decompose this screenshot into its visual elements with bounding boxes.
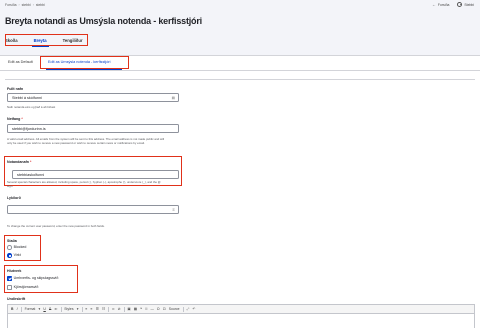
styles-dropdown[interactable]: Styles	[64, 307, 73, 311]
toolbar-divider	[123, 306, 125, 312]
status-active-option[interactable]: Virkt	[7, 253, 21, 258]
password-help: To change the current user password, ent…	[7, 224, 105, 228]
email-value: stebbi@fjordurinn.is	[12, 127, 46, 132]
image-icon[interactable]: ▣	[127, 307, 130, 311]
page-title: Breyta notandi as Umsýsla notenda - kerf…	[5, 16, 202, 26]
link-icon[interactable]: ∞	[112, 307, 114, 311]
active-subtab-indicator	[46, 69, 122, 70]
undo-icon[interactable]: ↶	[192, 307, 195, 311]
radio-blocked[interactable]	[7, 245, 12, 250]
source-button[interactable]: Source	[169, 307, 180, 311]
contact-card-icon: ▤	[171, 96, 175, 100]
username-help: Several special characters are allowed, …	[7, 180, 161, 188]
status-label: Staða	[7, 239, 17, 243]
italic-button[interactable]: I	[17, 307, 18, 311]
checkbox-elections[interactable]	[7, 285, 12, 290]
key-icon: ⚿	[172, 208, 175, 212]
radio-active-label: Virkt	[13, 253, 21, 258]
checkbox-planning-label: Umhverfis- og skipulagssvið	[13, 276, 59, 281]
underline-button[interactable]: U	[43, 307, 45, 311]
signature-editor[interactable]: B I Format ▾ U S x² Styles ▾ ≡ ≡ ☰ ☷ ∞ ⊘…	[7, 304, 475, 328]
breadcrumb: Forsíða › stebbi › stebbi	[5, 3, 45, 7]
special-char-icon[interactable]: Ω	[157, 307, 160, 311]
maximize-icon[interactable]: ⤢	[187, 307, 190, 311]
toolbar-divider	[20, 306, 22, 312]
secondary-tabs: Edit as Default Edit as Umsýsla notenda …	[0, 55, 480, 71]
code-block-icon[interactable]: ⌸	[145, 307, 147, 311]
tab-edit[interactable]: Breyta	[31, 38, 49, 47]
radio-blocked-label: Blocked	[13, 245, 27, 250]
blockquote-icon[interactable]: ❝	[140, 307, 142, 311]
full-name-value: Stebbi á skólfunni	[12, 96, 42, 101]
status-blocked-option[interactable]: Blocked	[7, 245, 26, 250]
password-field[interactable]: ⚿	[7, 205, 179, 214]
table-icon[interactable]: ▦	[134, 307, 137, 311]
username-label: Notandanafn*	[7, 160, 31, 164]
full-name-field[interactable]: Stebbi á skólfunni ▤	[7, 93, 179, 102]
role-option-planning[interactable]: Umhverfis- og skipulagssvið	[7, 276, 58, 281]
roles-label: Hlutverk	[7, 269, 22, 273]
breadcrumb-separator: ›	[18, 3, 20, 7]
email-label: Netfang*	[7, 117, 23, 121]
unlink-icon[interactable]: ⊘	[118, 307, 121, 311]
signature-label: Undirskrift	[7, 297, 26, 301]
format-dropdown[interactable]: Format	[25, 307, 36, 311]
username-value: stebbiaskolfunni	[17, 173, 45, 178]
bold-button[interactable]: B	[11, 307, 13, 311]
divider	[5, 79, 475, 80]
password-label: Lykilorð	[7, 196, 21, 200]
strikethrough-button[interactable]: S	[49, 307, 51, 311]
editor-toolbar: B I Format ▾ U S x² Styles ▾ ≡ ≡ ☰ ☷ ∞ ⊘…	[8, 305, 474, 314]
username-label-text: Notandanafn	[7, 160, 29, 164]
tab-view[interactable]: Skoða	[5, 38, 18, 46]
top-right-links: ← Forsíða Stebbi	[432, 2, 474, 7]
align-center-icon[interactable]: ≡	[91, 307, 93, 311]
source-icon: ⊡	[162, 307, 166, 311]
toolbar-divider	[81, 306, 83, 312]
subtab-edit-admin[interactable]: Edit as Umsýsla notenda - kerfisstjóri	[48, 60, 110, 64]
required-marker: *	[21, 117, 23, 121]
top-bar	[0, 0, 480, 10]
role-option-elections[interactable]: Kjörstjórnarsvið	[7, 285, 38, 290]
horizontal-line-icon[interactable]: ―	[150, 307, 153, 311]
email-help: A valid email address. All emails from t…	[7, 137, 165, 145]
email-label-text: Netfang	[7, 117, 21, 121]
toolbar-divider	[60, 306, 62, 312]
primary-tabs: Skoða Breyta Tengiliður	[5, 38, 83, 47]
required-marker: *	[29, 160, 32, 164]
numbered-list-icon[interactable]: ☷	[102, 307, 105, 311]
email-field[interactable]: stebbi@fjordurinn.is	[7, 124, 179, 133]
radio-active[interactable]	[7, 253, 12, 258]
toolbar-divider	[182, 306, 184, 312]
breadcrumb-user[interactable]: stebbi	[22, 3, 31, 7]
username-field[interactable]: stebbiaskolfunni	[12, 170, 179, 179]
user-menu-link[interactable]: Stebbi	[464, 3, 474, 7]
back-link[interactable]: Forsíða	[438, 3, 450, 7]
tab-contact[interactable]: Tengiliður	[63, 38, 83, 46]
user-icon	[457, 2, 463, 7]
breadcrumb-current: stebbi	[35, 3, 45, 7]
dropdown-arrow-icon: ▾	[38, 307, 41, 311]
checkbox-planning[interactable]	[7, 276, 12, 281]
full-name-help: Nafn notanda eins og það á að birtast	[7, 105, 56, 109]
superscript-button[interactable]: x²	[54, 307, 57, 311]
breadcrumb-home[interactable]: Forsíða	[5, 3, 17, 7]
align-left-icon[interactable]: ≡	[85, 307, 87, 311]
checkbox-elections-label: Kjörstjórnarsvið	[13, 285, 39, 290]
back-arrow-icon: ←	[431, 2, 436, 7]
toolbar-divider	[108, 306, 109, 312]
dropdown-arrow-icon: ▾	[76, 307, 79, 311]
subtab-edit-default[interactable]: Edit as Default	[8, 60, 33, 64]
bulleted-list-icon[interactable]: ☰	[96, 307, 99, 311]
breadcrumb-separator: ›	[32, 3, 34, 7]
full-name-label: Fullt nafn	[7, 87, 24, 91]
